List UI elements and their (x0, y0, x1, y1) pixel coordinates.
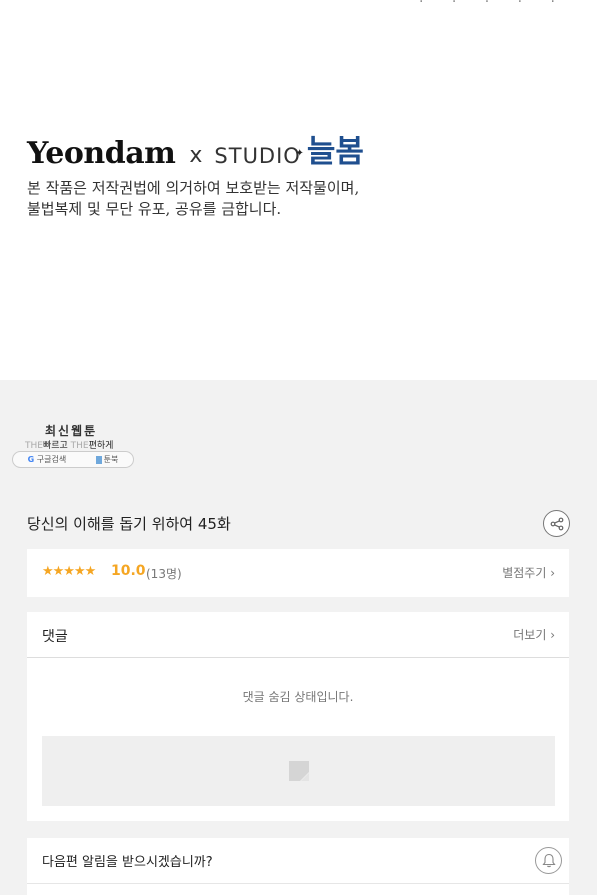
brand-yeondam: Yeondam (27, 136, 176, 171)
ad-the-2: THE (70, 441, 89, 451)
ad-banner[interactable]: 최신웹툰 THE빠르고 THE편하게 G 구글검색 툰북 (12, 420, 134, 470)
rating-card: ★★★★★ 10.0 (13명) 별점주기 › (27, 549, 569, 597)
brand-studio-text: STUDIO (214, 144, 301, 168)
placeholder-image-icon (289, 761, 309, 781)
notice-line-1: 본 작품은 저작권법에 의거하여 보호받는 저작물이며, (27, 179, 360, 197)
share-icon (550, 517, 563, 530)
brand-neulbom: 늘봄 (306, 134, 364, 170)
brand-studio: STUDIO ✦ (214, 140, 303, 172)
rating-count: (13명) (146, 567, 182, 581)
more-comments-link[interactable]: 더보기 › (513, 626, 555, 643)
bell-icon (541, 853, 556, 868)
notify-question: 다음편 알림을 받으시겠습니까? (42, 855, 213, 870)
top-status-dots: · · · · · (418, 0, 567, 10)
rating-score: 10.0 (111, 563, 146, 579)
ad-search-pill[interactable]: G 구글검색 툰북 (12, 451, 134, 468)
comment-input-placeholder[interactable] (42, 736, 555, 806)
ad-google-search: G 구글검색 (28, 454, 67, 465)
ad-the-1: THE (25, 441, 43, 451)
episode-title: 당신의 이해를 돕기 위하여 45화 (27, 515, 231, 533)
share-button[interactable] (543, 510, 570, 537)
ad-tagline: THE빠르고 THE편하게 (25, 438, 113, 451)
sparkle-icon: ✦ (295, 148, 305, 159)
comment-header: 댓글 더보기 › (27, 612, 569, 658)
comment-section: 댓글 더보기 › 댓글 숨김 상태입니다. (27, 612, 569, 821)
copyright-banner: · · · · · Yeondam x STUDIO ✦ 늘봄 본 작품은 저작권… (0, 0, 597, 380)
next-episode-notify: 다음편 알림을 받으시겠습니까? (27, 838, 569, 883)
next-card-edge (27, 883, 569, 895)
rating-stars: ★★★★★ (42, 564, 96, 579)
comment-label: 댓글 (42, 629, 68, 645)
ad-site-label: 툰북 (103, 455, 119, 464)
brand-x: x (189, 143, 203, 168)
rate-button[interactable]: 별점주기 › (502, 564, 555, 581)
ad-search-label: 구글검색 (36, 455, 67, 464)
ad-phrase-1: 빠르고 (42, 441, 68, 451)
brand-logo: Yeondam x STUDIO ✦ 늘봄 (27, 128, 364, 172)
notice-line-2: 불법복제 및 무단 유포, 공유를 금합니다. (27, 200, 282, 218)
ad-phrase-2: 편하게 (88, 441, 114, 451)
copyright-notice: 본 작품은 저작권법에 의거하여 보호받는 저작물이며, 불법복제 및 무단 유… (27, 178, 359, 220)
ad-site: 툰북 (95, 454, 119, 465)
google-icon: G (27, 455, 35, 464)
ad-title: 최신웹툰 (45, 424, 98, 438)
notify-bell-button[interactable] (535, 847, 562, 874)
toonbook-icon (95, 455, 102, 464)
comments-hidden-message: 댓글 숨김 상태입니다. (242, 690, 354, 704)
